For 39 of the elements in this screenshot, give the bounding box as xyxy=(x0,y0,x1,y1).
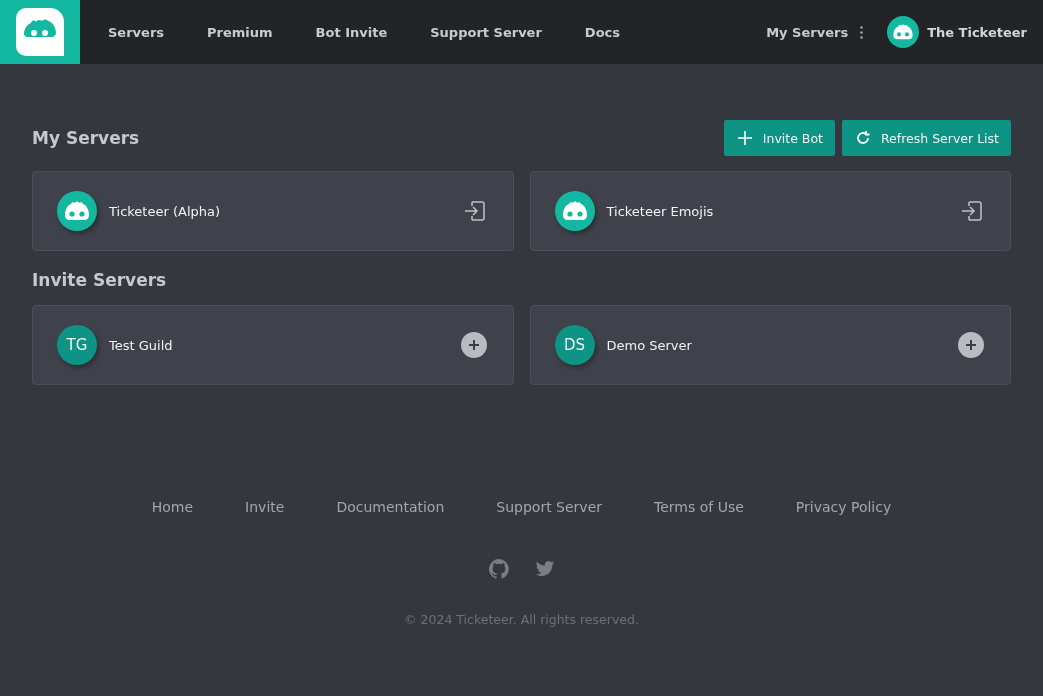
section-title: Invite Servers xyxy=(32,270,168,290)
add-icon[interactable] xyxy=(460,332,487,358)
server-card[interactable]: DS Demo Server xyxy=(529,305,1011,385)
bird-icon[interactable] xyxy=(534,559,555,579)
footer-link[interactable]: Documentation xyxy=(336,499,445,515)
server-avatar-icon xyxy=(554,191,595,231)
user-avatar-icon xyxy=(887,16,920,48)
nav-link[interactable]: Premium xyxy=(189,24,291,40)
refresh-icon xyxy=(856,131,870,145)
footer-link[interactable]: Terms of Use xyxy=(654,499,744,515)
footer-link[interactable]: Home xyxy=(151,499,194,515)
footer-link[interactable]: Support Server xyxy=(496,499,603,515)
nav-link[interactable]: Bot Invite xyxy=(297,24,406,40)
nav-link[interactable]: Docs xyxy=(566,24,638,40)
nav-link[interactable]: Support Server xyxy=(412,24,560,40)
server-initials-avatar: DS xyxy=(554,325,595,365)
server-name: Test Guild xyxy=(109,337,174,353)
enter-icon[interactable] xyxy=(462,199,487,223)
server-card[interactable]: Ticketeer (Alpha) xyxy=(32,171,514,251)
copyright-text: © 2024 Ticketeer. All rights reserved. xyxy=(403,612,640,627)
nav-link[interactable]: Servers xyxy=(90,24,183,40)
server-card[interactable]: TG Test Guild xyxy=(32,305,514,385)
footer-link[interactable]: Invite xyxy=(245,499,285,515)
more-options-icon[interactable] xyxy=(860,25,864,39)
user-name[interactable]: The Ticketeer xyxy=(927,24,1027,40)
server-name: Ticketeer (Alpha) xyxy=(109,203,222,219)
github-icon[interactable] xyxy=(488,559,509,579)
refresh-list-button[interactable]: Refresh Server List xyxy=(842,120,1011,156)
server-avatar-icon xyxy=(57,191,97,231)
server-name: Ticketeer Emojis xyxy=(606,203,715,219)
my-servers-link[interactable]: My Servers xyxy=(766,24,849,40)
enter-icon[interactable] xyxy=(960,199,984,223)
section-title: My Servers xyxy=(32,128,140,148)
server-card[interactable]: Ticketeer Emojis xyxy=(529,171,1011,251)
plus-icon xyxy=(737,131,752,145)
server-name: Demo Server xyxy=(606,337,693,353)
add-icon[interactable] xyxy=(958,332,984,358)
server-initials-avatar: TG xyxy=(57,325,97,365)
footer-link[interactable]: Privacy Policy xyxy=(795,499,892,515)
